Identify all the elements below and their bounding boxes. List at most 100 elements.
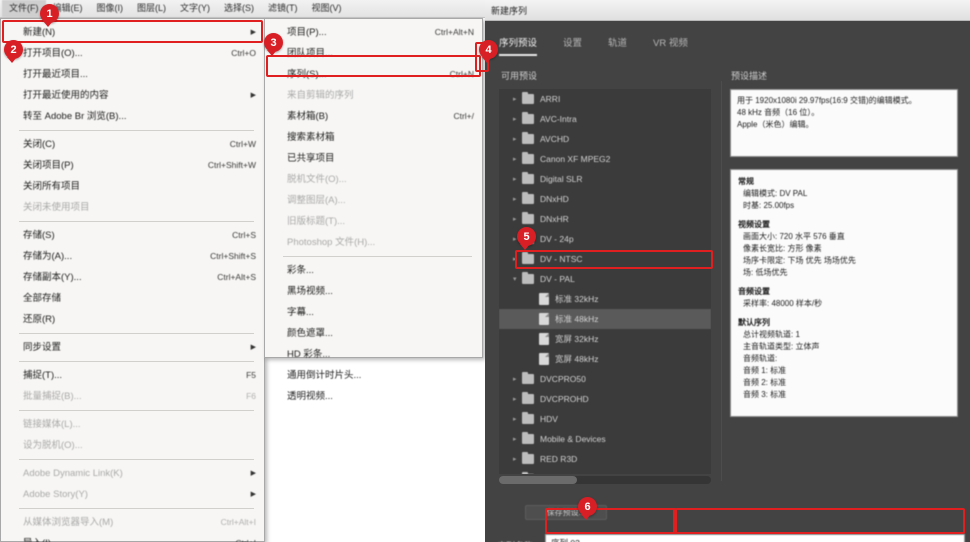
menubar-item[interactable]: 选择(S) (217, 0, 261, 17)
preset-tree-item[interactable]: ▸ DNxHR (499, 209, 711, 229)
preset-tree-item-selected[interactable]: 标准 48kHz (499, 309, 711, 329)
menu-item[interactable]: 存储(S) Ctrl+S (1, 225, 264, 246)
preset-tree-item[interactable]: ▸ DVCPROHD (499, 389, 711, 409)
menu-item[interactable]: 透明视频... (265, 386, 482, 407)
chevron-right-icon[interactable]: ▸ (513, 195, 522, 203)
detail-line: 场序卡限定: 下场 优先 场场优先 (743, 256, 856, 265)
chevron-right-icon[interactable]: ▸ (513, 375, 522, 383)
preset-tree-item[interactable]: 标准 32kHz (499, 289, 711, 309)
preset-tree-item[interactable]: 宽屏 48kHz (499, 349, 711, 369)
preset-tree-item[interactable]: ▸ AVC-Intra (499, 109, 711, 129)
folder-icon (522, 152, 534, 164)
preset-tree-item[interactable]: ▸ DV - NTSC (499, 249, 711, 269)
preset-tree[interactable]: ▸ ARRI ▸ AVC-Intra ▸ AVCHD ▸ Canon XF MPEG2 ▸ Dig… (499, 89, 711, 474)
chevron-right-icon[interactable]: ▸ (513, 215, 522, 223)
menu-item[interactable]: 已共享项目 (265, 148, 482, 169)
dialog-tab[interactable]: 设置 (563, 35, 582, 54)
file-menu-dropdown[interactable]: 新建(N) ▶ 打开项目(O)... Ctrl+O 打开最近项目... 打开最近使用的内容… (0, 18, 265, 542)
folder-icon (522, 392, 534, 404)
detail-group: 视频设置 画面大小: 720 水平 576 垂直 像素长宽比: 方形 像素 场序卡限定… (738, 219, 950, 279)
chevron-right-icon[interactable]: ▸ (513, 155, 522, 163)
document-icon (539, 313, 549, 325)
dialog-tab-bar[interactable]: 序列预设 设置 轨道 VR 视频 (499, 35, 959, 59)
chevron-right-icon[interactable]: ▸ (513, 415, 522, 423)
menubar-item[interactable]: 文字(Y) (173, 0, 217, 17)
preset-tree-item[interactable]: ▸VR (499, 469, 711, 474)
menubar-item[interactable]: 视图(V) (305, 0, 349, 17)
detail-group: 常规 编辑模式: DV PAL 时基: 25.00fps (738, 176, 950, 212)
chevron-right-icon[interactable]: ▸ (513, 395, 522, 403)
menubar-item[interactable]: 文件(F) (2, 0, 46, 17)
chevron-right-icon[interactable]: ▸ (513, 255, 522, 263)
menu-item[interactable]: 素材箱(B) Ctrl+/ (265, 106, 482, 127)
menubar-item[interactable]: 图像(I) (90, 0, 131, 17)
menu-separator (19, 333, 254, 334)
available-presets-label: 可用预设 (501, 71, 538, 81)
menu-item[interactable]: 存储副本(Y)... Ctrl+Alt+S (1, 267, 264, 288)
preset-tree-item[interactable]: ▾ DV - PAL (499, 269, 711, 289)
menu-item[interactable]: HD 彩条... (265, 344, 482, 365)
menu-item[interactable]: 打开最近使用的内容 ▶ (1, 85, 264, 106)
sequence-name-input[interactable]: 序列 02 (545, 534, 965, 542)
preset-tree-item-label: DV - NTSC (540, 254, 583, 264)
menu-item[interactable]: 关闭所有项目 (1, 176, 264, 197)
menubar-item[interactable]: 图层(L) (130, 0, 173, 17)
menu-item[interactable]: 通用倒计时片头... (265, 365, 482, 386)
preset-tree-item[interactable]: ▸ DVCPRO50 (499, 369, 711, 389)
chevron-right-icon[interactable]: ▸ (513, 435, 522, 443)
menu-separator (283, 256, 472, 257)
menu-item[interactable]: 新建(N) ▶ (1, 22, 264, 43)
preset-tree-item[interactable]: ▸ HDV (499, 409, 711, 429)
chevron-right-icon[interactable]: ▸ (513, 455, 522, 463)
preset-tree-scrollbar[interactable] (499, 476, 711, 484)
preset-tree-item[interactable]: ▸ Digital SLR (499, 169, 711, 189)
preset-tree-item[interactable]: ▸ Mobile & Devices (499, 429, 711, 449)
dialog-tab[interactable]: VR 视频 (653, 35, 688, 54)
menu-item[interactable]: 彩条... (265, 260, 482, 281)
menu-item[interactable]: 项目(P)... Ctrl+Alt+N (265, 22, 482, 43)
description-line: Apple（米色）编辑。 (737, 120, 814, 129)
chevron-right-icon[interactable]: ▸ (513, 95, 522, 103)
new-submenu-dropdown[interactable]: 项目(P)... Ctrl+Alt+N 团队项目... 序列(S)... Ctrl+N 来… (264, 18, 483, 402)
menu-item[interactable]: 同步设置 ▶ (1, 337, 264, 358)
preset-tree-item-label: DNxHD (540, 194, 569, 204)
menu-item-label: Adobe Story(Y) (23, 489, 88, 500)
menu-item: Photoshop 文件(H)... (265, 232, 482, 253)
preset-tree-item[interactable]: 宽屏 32kHz (499, 329, 711, 349)
menu-item[interactable]: 关闭(C) Ctrl+W (1, 134, 264, 155)
menu-item[interactable]: 黑场视频... (265, 281, 482, 302)
menu-item[interactable]: 打开最近项目... (1, 64, 264, 85)
preset-tree-item-label: DNxHR (540, 214, 569, 224)
chevron-down-icon[interactable]: ▾ (513, 275, 522, 283)
dialog-tab[interactable]: 序列预设 (499, 35, 538, 56)
menu-item[interactable]: 打开项目(O)... Ctrl+O (1, 43, 264, 64)
document-icon (539, 333, 549, 345)
menu-item-label: 已共享项目 (287, 153, 335, 164)
chevron-right-icon[interactable]: ▸ (513, 135, 522, 143)
menu-item[interactable]: 导入(I)... Ctrl+I (1, 533, 264, 542)
preset-tree-item-label: DV - PAL (540, 274, 575, 284)
menu-item[interactable]: 存储为(A)... Ctrl+Shift+S (1, 246, 264, 267)
preset-tree-item[interactable]: ▸ Canon XF MPEG2 (499, 149, 711, 169)
dialog-tab[interactable]: 轨道 (608, 35, 627, 54)
preset-tree-item[interactable]: ▸ DNxHD (499, 189, 711, 209)
preset-tree-item[interactable]: ▸ RED R3D (499, 449, 711, 469)
menu-item[interactable]: 全部存储 (1, 288, 264, 309)
menu-item[interactable]: 搜索素材箱 (265, 127, 482, 148)
menu-item[interactable]: 转至 Adobe Br 浏览(B)... (1, 106, 264, 127)
menu-item[interactable]: 捕捉(T)... F5 (1, 365, 264, 386)
menu-item[interactable]: 还原(R) (1, 309, 264, 330)
menu-item[interactable]: 颜色遮罩... (265, 323, 482, 344)
menu-item[interactable]: 序列(S)... Ctrl+N (265, 64, 482, 85)
chevron-right-icon[interactable]: ▸ (513, 115, 522, 123)
menu-item[interactable]: 关闭项目(P) Ctrl+Shift+W (1, 155, 264, 176)
folder-icon (522, 452, 534, 464)
menubar-item[interactable]: 滤镜(T) (261, 0, 305, 17)
menu-item[interactable]: 团队项目... (265, 43, 482, 64)
menu-item[interactable]: 字幕... (265, 302, 482, 323)
menu-item-label: 捕捉(T)... (23, 370, 63, 381)
chevron-right-icon[interactable]: ▸ (513, 175, 522, 183)
preset-tree-item[interactable]: ▸ ARRI (499, 89, 711, 109)
menu-item-label: 打开项目(O)... (23, 48, 83, 59)
preset-tree-item[interactable]: ▸ AVCHD (499, 129, 711, 149)
